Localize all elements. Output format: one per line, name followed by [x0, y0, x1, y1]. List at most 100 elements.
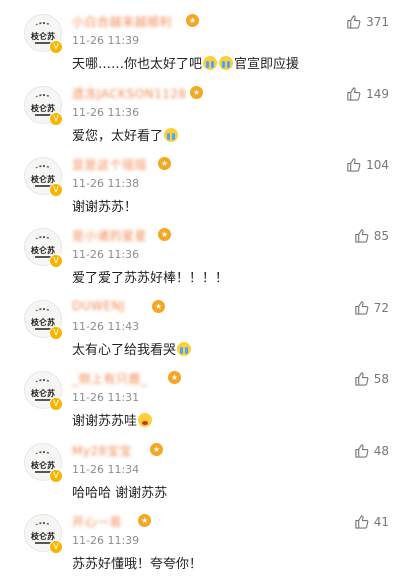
comment-item: 枝仑苏 V 小白合越来越顺利 ★ 11-26 11:39 天哪……你也太好了吧 官宣即应援 3…	[0, 0, 402, 72]
avatar-sun-rays	[35, 94, 51, 103]
thumbs-up-icon	[347, 158, 361, 172]
user-level-badge-icon: ★	[150, 443, 163, 456]
like-button[interactable]: 149	[346, 86, 389, 101]
comment-time: 11-26 11:38	[72, 177, 140, 190]
verified-badge-icon: V	[49, 183, 63, 197]
comment-time: 11-26 11:36	[72, 248, 140, 261]
user-level-badge-icon: ★	[158, 228, 171, 241]
thumbs-up-icon	[355, 444, 369, 458]
username[interactable]: My28宝宝	[72, 442, 132, 459]
avatar-sun-rays	[35, 22, 51, 31]
wow-face-emoji-icon	[138, 413, 153, 427]
comment-item: 枝仑苏 V 开心一易 ★ 11-26 11:39 苏苏好懂哦！夸夸你！ 41	[0, 500, 402, 572]
thumbs-up-icon	[347, 87, 361, 101]
like-button[interactable]: 41	[354, 514, 389, 529]
avatar-sun-rays	[35, 308, 51, 317]
crying-face-emoji-icon	[219, 56, 234, 70]
comment-text-segment: 太有心了给我看哭	[72, 343, 177, 358]
comment-text-segment: 苏苏好懂哦！夸夸你！	[72, 557, 203, 572]
username[interactable]: DUWENJ	[72, 299, 125, 313]
comment-text-segment: 天哪……你也太好了吧	[72, 57, 203, 72]
username[interactable]: 是小诸的星星	[72, 227, 147, 244]
avatar-sun-rays	[35, 165, 51, 174]
like-count: 149	[366, 86, 389, 101]
comment-text: 谢谢苏苏！	[72, 196, 137, 215]
user-level-badge-icon: ★	[152, 300, 165, 313]
avatar-logo-text: 枝仑苏	[31, 388, 55, 398]
avatar-logo-text: 枝仑苏	[31, 103, 55, 113]
comment-text-segment: 谢谢苏苏哇	[72, 414, 138, 429]
comment-time: 11-26 11:39	[72, 34, 140, 47]
avatar-logo-text: 枝仑苏	[31, 245, 55, 255]
username[interactable]: _倒上有只鹿_	[72, 370, 148, 387]
username[interactable]: 显是这个瑶瑶	[72, 156, 147, 173]
avatar-logo-text: 枝仑苏	[31, 460, 55, 470]
verified-badge-icon: V	[49, 469, 63, 483]
comment-list: 枝仑苏 V 小白合越来越顺利 ★ 11-26 11:39 天哪……你也太好了吧 官宣即应援 3…	[0, 0, 402, 577]
verified-badge-icon: V	[49, 40, 63, 54]
verified-badge-icon: V	[49, 540, 63, 554]
avatar-logo-text: 枝仑苏	[31, 174, 55, 184]
comment-time: 11-26 11:31	[72, 391, 140, 404]
like-count: 104	[366, 157, 389, 172]
verified-badge-icon: V	[49, 326, 63, 340]
like-button[interactable]: 72	[354, 300, 389, 315]
comment-text: 爱了爱了苏苏好棒！！！！	[72, 267, 228, 286]
comment-time: 11-26 11:43	[72, 320, 140, 333]
comment-time: 11-26 11:36	[72, 106, 140, 119]
comment-text-segment: 哈哈哈 谢谢苏苏	[72, 486, 168, 501]
username[interactable]: 小白合越来越顺利	[72, 13, 172, 30]
crying-face-emoji-icon	[177, 342, 192, 356]
comment-text: 太有心了给我看哭	[72, 339, 192, 358]
thumbs-up-icon	[355, 229, 369, 243]
like-count: 371	[366, 14, 389, 29]
comment-item: 枝仑苏 V DUWENJ ★ 11-26 11:43 太有心了给我看哭 72	[0, 286, 402, 358]
user-level-badge-icon: ★	[168, 371, 181, 384]
thumbs-up-icon	[347, 15, 361, 29]
avatar-logo-text: 枝仑苏	[31, 531, 55, 541]
thumbs-up-icon	[355, 515, 369, 529]
comment-time: 11-26 11:34	[72, 463, 140, 476]
user-level-badge-icon: ★	[158, 157, 171, 170]
verified-badge-icon: V	[49, 112, 63, 126]
like-button[interactable]: 85	[354, 228, 389, 243]
verified-badge-icon: V	[49, 254, 63, 268]
username[interactable]: 遗冻JACKSON1128	[72, 85, 187, 102]
comment-text-segment: 官宣即应援	[234, 57, 300, 72]
comment-text: 谢谢苏苏哇	[72, 410, 153, 429]
like-count: 72	[373, 300, 389, 315]
user-level-badge-icon: ★	[138, 514, 151, 527]
comment-text-segment: 谢谢苏苏！	[72, 200, 138, 215]
like-count: 58	[373, 371, 389, 386]
like-button[interactable]: 48	[354, 443, 389, 458]
comment-item: 枝仑苏 V _倒上有只鹿_ ★ 11-26 11:31 谢谢苏苏哇 58	[0, 357, 402, 429]
like-button[interactable]: 104	[346, 157, 389, 172]
like-count: 48	[373, 443, 389, 458]
verified-badge-icon: V	[49, 397, 63, 411]
user-level-badge-icon: ★	[186, 14, 199, 27]
comment-text-segment: 爱您，太好看了	[72, 129, 164, 144]
like-button[interactable]: 58	[354, 371, 389, 386]
comment-time: 11-26 11:39	[72, 534, 140, 547]
crying-face-emoji-icon	[164, 128, 179, 142]
comment-text: 爱您，太好看了	[72, 125, 179, 144]
like-count: 85	[373, 228, 389, 243]
comment-text: 苏苏好懂哦！夸夸你！	[72, 553, 202, 572]
username[interactable]: 开心一易	[72, 513, 122, 530]
comment-item: 枝仑苏 V 遗冻JACKSON1128 ★ 11-26 11:36 爱您，太好看了 149	[0, 72, 402, 144]
comment-item: 枝仑苏 V 显是这个瑶瑶 ★ 11-26 11:38 谢谢苏苏！ 104	[0, 143, 402, 215]
avatar-sun-rays	[35, 236, 51, 245]
avatar-logo-text: 枝仑苏	[31, 31, 55, 41]
comment-text-segment: 爱了爱了苏苏好棒！！！！	[72, 271, 229, 286]
user-level-badge-icon: ★	[190, 86, 203, 99]
like-button[interactable]: 371	[346, 14, 389, 29]
avatar-sun-rays	[35, 379, 51, 388]
avatar-sun-rays	[35, 451, 51, 460]
comment-item: 枝仑苏 V 是小诸的星星 ★ 11-26 11:36 爱了爱了苏苏好棒！！！！ 85	[0, 214, 402, 286]
comment-text: 天哪……你也太好了吧 官宣即应援	[72, 53, 299, 72]
thumbs-up-icon	[355, 301, 369, 315]
like-count: 41	[373, 514, 389, 529]
thumbs-up-icon	[355, 372, 369, 386]
comment-item: 枝仑苏 V My28宝宝 ★ 11-26 11:34 哈哈哈 谢谢苏苏 48	[0, 429, 402, 501]
avatar-logo-text: 枝仑苏	[31, 317, 55, 327]
